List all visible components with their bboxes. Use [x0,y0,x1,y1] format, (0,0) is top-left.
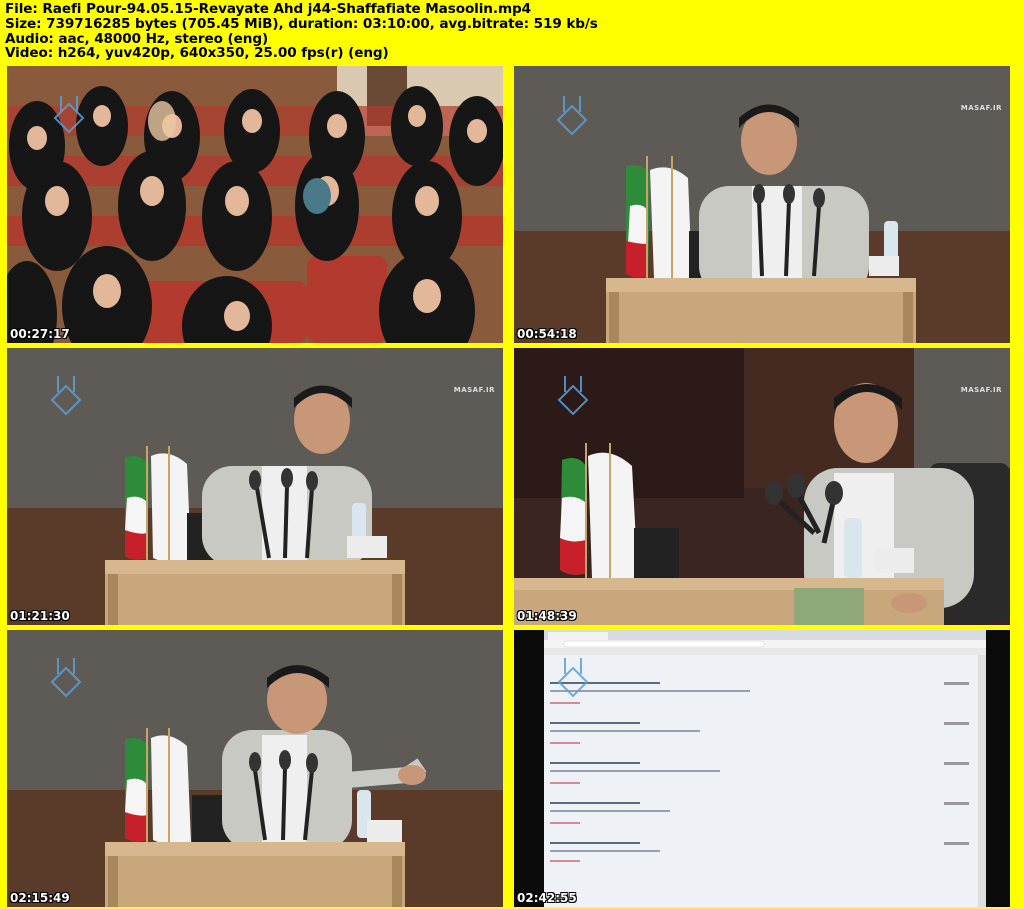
timestamp-label: 00:54:18 [517,327,577,341]
speaker-scene [7,348,503,625]
video-info-line: Video: h264, yuv420p, 640x350, 25.00 fps… [5,45,389,62]
timestamp-label: 02:42:55 [517,891,577,905]
thumbnail-2[interactable]: MASAF.IR 00:54:18 [514,66,1010,343]
audio-info-line: Audio: aac, 48000 Hz, stereo (eng) [5,30,269,47]
browser-screen-scene [514,630,1010,907]
watermark-label: MASAF.IR [960,386,1002,394]
speaker-gesture-scene [7,630,503,907]
thumbnail-1[interactable]: 00:27:17 [7,66,503,343]
speaker-closeup-scene [514,348,1010,625]
file-info-header: File: Raefi Pour-94.05.15-Revayate Ahd j… [5,2,1015,62]
thumbnail-3[interactable]: MASAF.IR 01:21:30 [7,348,503,625]
audience-scene [7,66,503,343]
thumbnail-grid: 00:27:17 MASAF.IR 00:54:18 MASAF.IR 01:2… [0,62,1024,909]
watermark-label: MASAF.IR [960,104,1002,112]
timestamp-label: 00:27:17 [10,327,70,341]
timestamp-label: 01:21:30 [10,609,70,623]
thumbnail-4[interactable]: MASAF.IR 01:48:39 [514,348,1010,625]
timestamp-label: 02:15:49 [10,891,70,905]
file-size-line: Size: 739716285 bytes (705.45 MiB), dura… [5,15,598,32]
thumbnail-6[interactable]: 02:42:55 [514,630,1010,907]
file-name-line: File: Raefi Pour-94.05.15-Revayate Ahd j… [5,1,531,17]
thumbnail-5[interactable]: 02:15:49 [7,630,503,907]
watermark-label: MASAF.IR [453,386,495,394]
speaker-scene [514,66,1010,343]
timestamp-label: 01:48:39 [517,609,577,623]
